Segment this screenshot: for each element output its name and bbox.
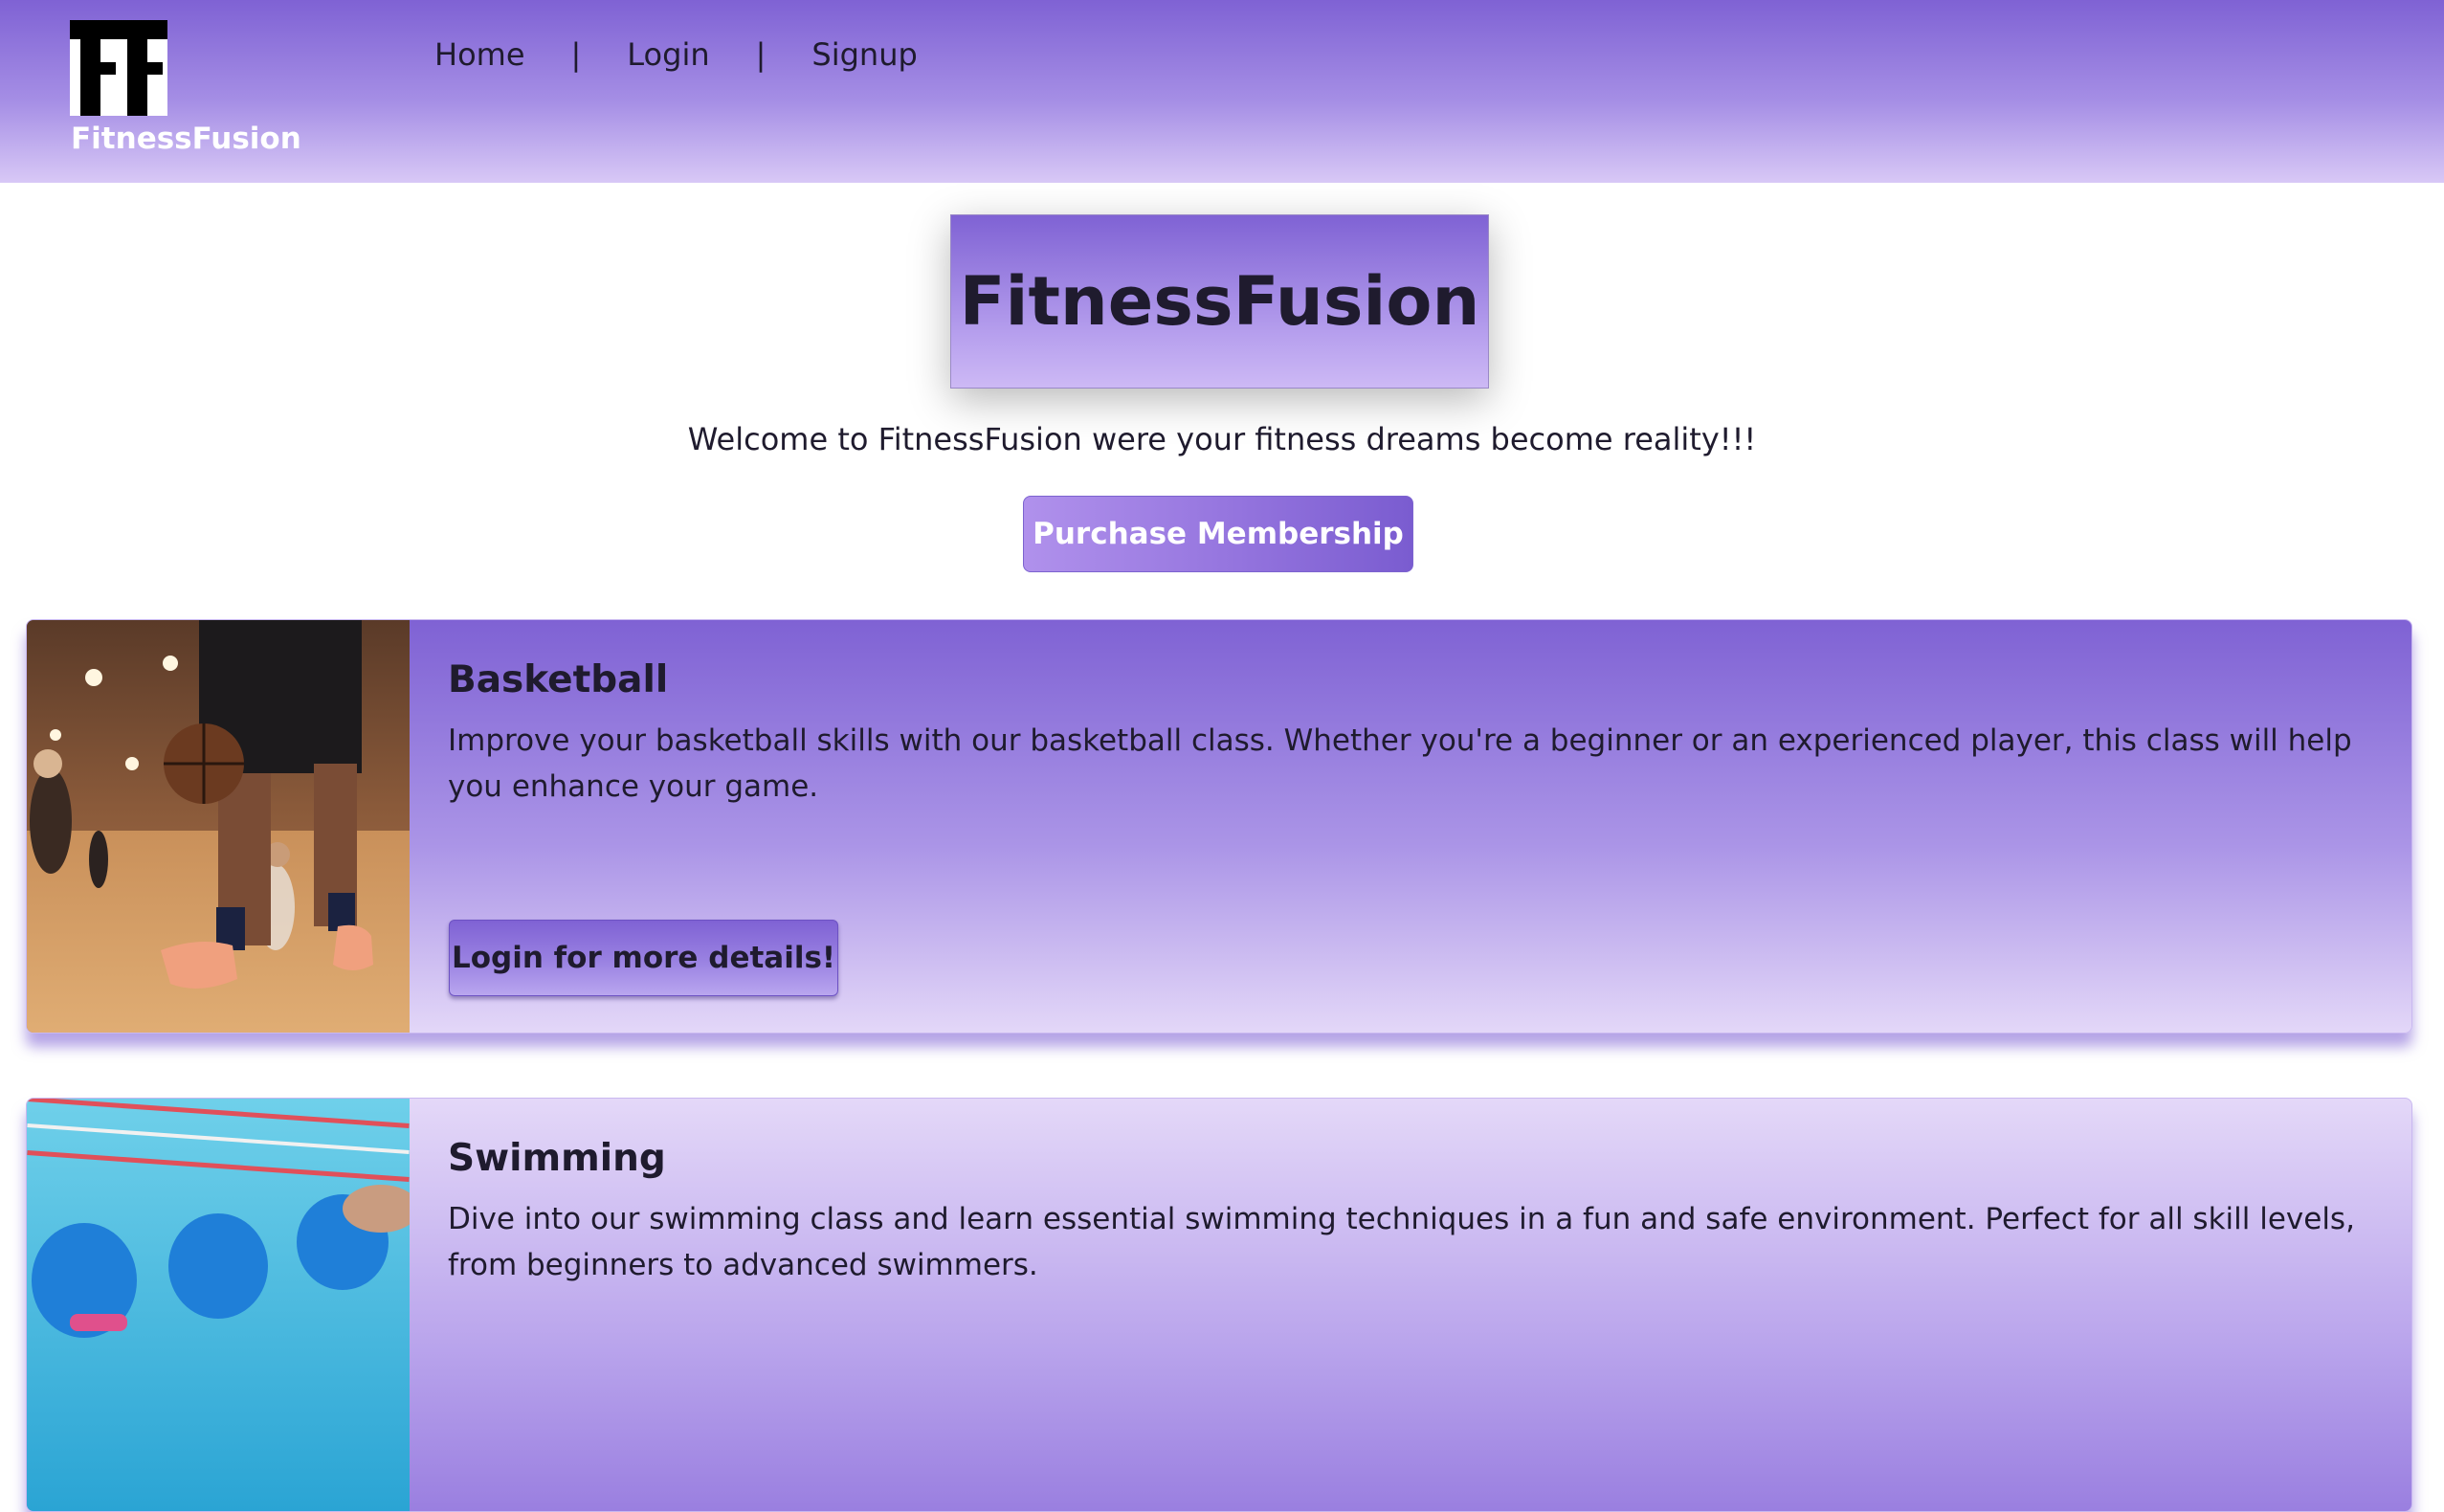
- ff-monogram-icon[interactable]: [70, 20, 167, 116]
- class-description: Improve your basketball skills with our …: [448, 723, 2352, 804]
- brand-name: FitnessFusion: [71, 122, 301, 156]
- nav-login-link[interactable]: Login: [627, 36, 709, 73]
- hero-subtitle: Welcome to FitnessFusion were your fitne…: [687, 421, 1757, 457]
- login-for-details-button[interactable]: Login for more details!: [449, 920, 838, 996]
- nav-separator: |: [755, 36, 767, 73]
- hero-title: FitnessFusion: [959, 262, 1480, 341]
- class-card-basketball: Basketball Improve your basketball skill…: [26, 619, 2412, 1034]
- swimming-photo: [27, 1099, 410, 1511]
- class-description: Dive into our swimming class and learn e…: [448, 1202, 2355, 1282]
- nav-signup-link[interactable]: Signup: [811, 36, 917, 73]
- class-title: Basketball: [448, 658, 669, 701]
- class-title: Swimming: [448, 1137, 666, 1180]
- class-card-swimming: Swimming Dive into our swimming class an…: [26, 1098, 2412, 1512]
- basketball-photo: [27, 620, 410, 1033]
- hero-title-box: FitnessFusion: [950, 214, 1489, 389]
- purchase-membership-button[interactable]: Purchase Membership: [1023, 496, 1413, 572]
- site-header: FitnessFusion Home | Login | Signup: [0, 0, 2444, 183]
- nav-home-link[interactable]: Home: [434, 36, 525, 73]
- nav-separator: |: [570, 36, 582, 73]
- main-nav: Home | Login | Signup: [434, 33, 918, 77]
